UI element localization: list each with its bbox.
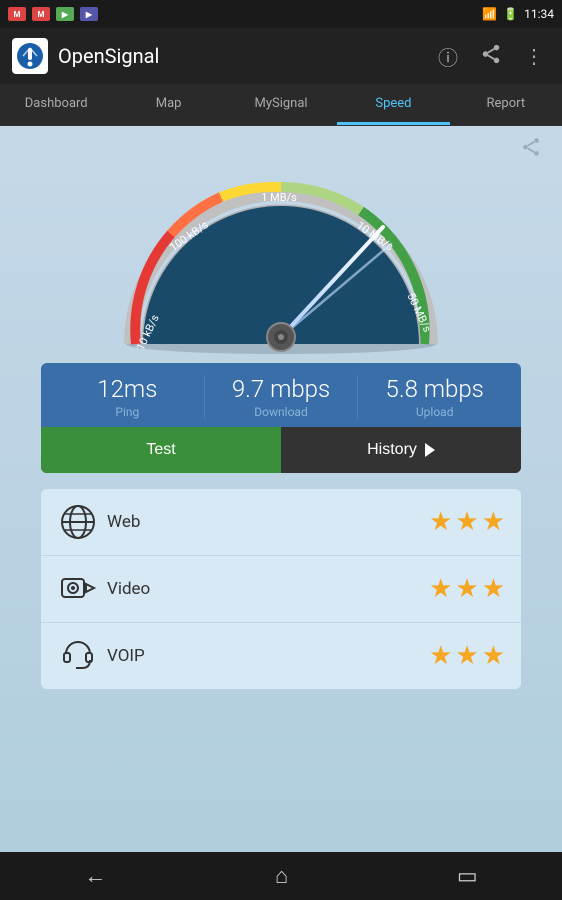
app-title: OpenSignal xyxy=(58,44,422,68)
stat-download: 9.7 mbps Download xyxy=(205,375,359,419)
home-button[interactable]: ⌂ xyxy=(275,863,288,889)
download-value: 9.7 mbps xyxy=(232,375,330,403)
upload-label: Upload xyxy=(416,405,454,419)
test-button[interactable]: Test xyxy=(41,427,281,473)
top-bar: OpenSignal ⓘ ⋮ xyxy=(0,28,562,84)
video-label: Video xyxy=(107,579,429,599)
star-2: ★ xyxy=(455,641,478,671)
upload-value: 5.8 mbps xyxy=(386,375,484,403)
tab-mysignal[interactable]: MySignal xyxy=(225,84,337,125)
gmail2-icon: M xyxy=(32,7,50,21)
web-stars: ★ ★ ★ xyxy=(429,507,505,537)
ping-value: 12ms xyxy=(97,375,157,403)
video-icon xyxy=(57,568,99,610)
photo-icon: ▶ xyxy=(56,7,74,21)
history-button[interactable]: History xyxy=(281,427,521,473)
tab-map[interactable]: Map xyxy=(112,84,224,125)
battery-icon: 🔋 xyxy=(503,7,518,21)
status-bar: M M ▶ ▶ 📶 🔋 11:34 xyxy=(0,0,562,28)
arrow-right-icon xyxy=(425,443,435,457)
tab-report[interactable]: Report xyxy=(450,84,562,125)
wifi-icon: 📶 xyxy=(482,7,497,21)
quality-row-web: Web ★ ★ ★ xyxy=(41,489,521,556)
star-3: ★ xyxy=(482,641,505,671)
star-1: ★ xyxy=(429,641,452,671)
stats-row: 12ms Ping 9.7 mbps Download 5.8 mbps Upl… xyxy=(41,363,521,427)
star-1: ★ xyxy=(429,507,452,537)
voip-icon xyxy=(57,635,99,677)
tab-dashboard[interactable]: Dashboard xyxy=(0,84,112,125)
more-icon[interactable]: ⋮ xyxy=(518,38,550,74)
voip-label: VOIP xyxy=(107,646,429,666)
action-row: Test History xyxy=(41,427,521,473)
app-logo xyxy=(12,38,48,74)
star-3: ★ xyxy=(482,507,505,537)
star-3: ★ xyxy=(482,574,505,604)
recent-button[interactable]: ▭ xyxy=(457,864,478,889)
web-icon xyxy=(57,501,99,543)
download-label: Download xyxy=(254,405,307,419)
main-content: 10 kB/s 100 kB/s 1 MB/s 10 MB/s 50 MB/s xyxy=(0,126,562,852)
star-2: ★ xyxy=(455,574,478,604)
back-button[interactable]: ← xyxy=(84,863,106,889)
svg-text:1 MB/s: 1 MB/s xyxy=(261,191,297,204)
quality-section: Web ★ ★ ★ Video xyxy=(41,489,521,689)
ping-label: Ping xyxy=(115,405,139,419)
star-2: ★ xyxy=(455,507,478,537)
video-icon: ▶ xyxy=(80,7,98,21)
quality-row-video: Video ★ ★ ★ xyxy=(41,556,521,623)
bottom-nav: ← ⌂ ▭ xyxy=(0,852,562,900)
stat-ping: 12ms Ping xyxy=(51,375,205,419)
nav-tabs: Dashboard Map MySignal Speed Report xyxy=(0,84,562,126)
speedometer-svg: 10 kB/s 100 kB/s 1 MB/s 10 MB/s 50 MB/s xyxy=(111,159,451,359)
web-label: Web xyxy=(107,512,429,532)
video-stars: ★ ★ ★ xyxy=(429,574,505,604)
tab-speed[interactable]: Speed xyxy=(337,84,449,125)
quality-row-voip: VOIP ★ ★ ★ xyxy=(41,623,521,689)
status-icons-left: M M ▶ ▶ xyxy=(8,7,98,21)
info-icon[interactable]: ⓘ xyxy=(432,36,464,77)
share-icon[interactable] xyxy=(474,37,508,76)
gmail-icon: M xyxy=(8,7,26,21)
voip-stars: ★ ★ ★ xyxy=(429,641,505,671)
share-icon-main[interactable] xyxy=(520,136,542,163)
star-1: ★ xyxy=(429,574,452,604)
clock: 11:34 xyxy=(524,7,554,21)
history-label: History xyxy=(367,441,417,459)
stat-upload: 5.8 mbps Upload xyxy=(358,375,511,419)
status-icons-right: 📶 🔋 11:34 xyxy=(482,7,554,21)
speedometer: 10 kB/s 100 kB/s 1 MB/s 10 MB/s 50 MB/s xyxy=(111,159,451,359)
